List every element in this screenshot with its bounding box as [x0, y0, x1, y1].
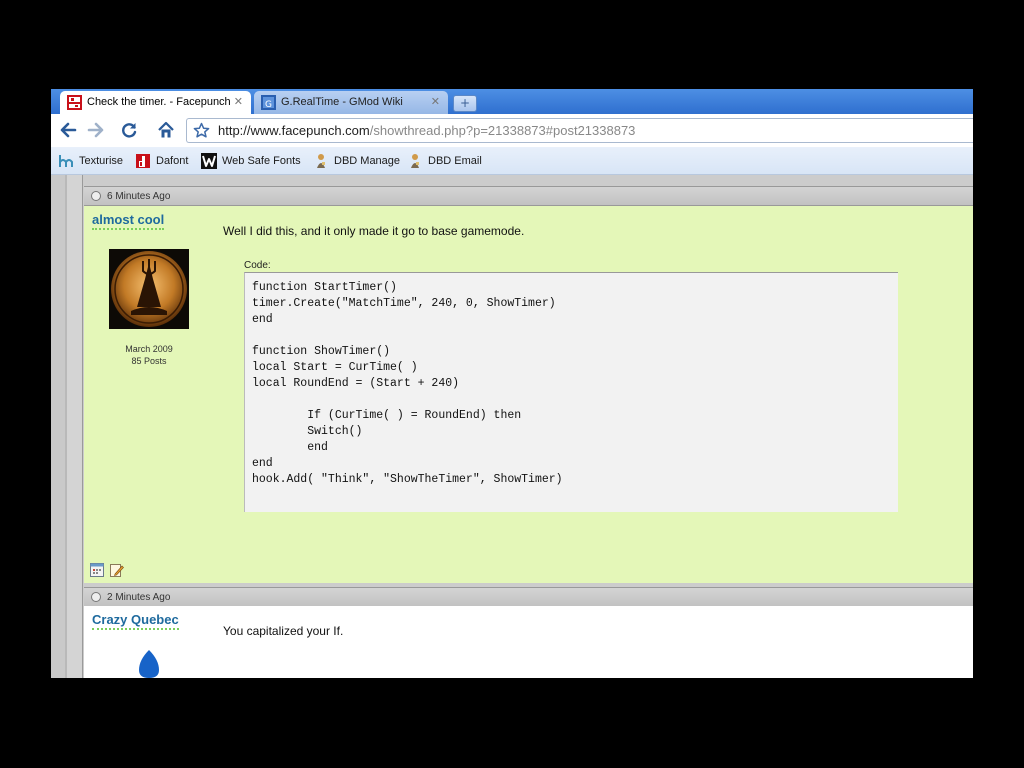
post-header: 6 Minutes Ago [84, 186, 973, 206]
bookmark-label: Web Safe Fonts [222, 155, 301, 167]
bookmarks-bar: Texturise Dafont Web Safe Fonts DBD Mana… [51, 147, 973, 175]
bookmark-label: DBD Manage [334, 155, 401, 167]
clock-icon [91, 191, 101, 201]
dbd-icon [407, 153, 423, 169]
post-count: 85 Posts [131, 356, 167, 366]
post-almost-cool: almost cool March 2009 85 Posts Well I d… [84, 206, 973, 583]
post-message: You capitalized your If. [223, 624, 344, 638]
code-block: function StartTimer() timer.Create("Matc… [244, 272, 898, 512]
new-tab-button[interactable]: + [453, 95, 477, 112]
bookmark-label: Dafont [156, 155, 189, 167]
forward-arrow-icon [87, 122, 104, 138]
calendar-icon[interactable] [90, 562, 104, 577]
post-header: 2 Minutes Ago [84, 587, 973, 607]
bookmark-star-icon[interactable] [193, 122, 210, 143]
bookmark-dbd-email[interactable]: DBD Email [407, 153, 482, 169]
reload-button[interactable] [118, 119, 140, 141]
tab-gmod-wiki[interactable]: G G.RealTime - GMod Wiki ✕ [254, 91, 448, 114]
tab-facepunch[interactable]: Check the timer. - Facepunch ✕ [60, 91, 251, 114]
avatar[interactable] [138, 650, 160, 678]
facepunch-favicon-icon [67, 95, 82, 110]
tab-close-icon[interactable]: ✕ [431, 95, 440, 108]
gmod-wiki-favicon-icon: G [261, 95, 276, 110]
code-text: function StartTimer() timer.Create("Matc… [252, 281, 563, 486]
bookmark-label: DBD Email [428, 155, 482, 167]
url-text[interactable]: http://www.facepunch.com/showthread.php?… [218, 123, 635, 138]
tab-label: Check the timer. - Facepunch [87, 96, 231, 108]
bookmark-dafont[interactable]: Dafont [135, 153, 188, 169]
bookmark-label: Texturise [79, 155, 124, 167]
post-message: Well I did this, and it only made it go … [223, 224, 525, 238]
plus-icon: + [459, 96, 471, 110]
page-content: 6 Minutes Ago almost cool March 2009 85 … [51, 175, 973, 678]
post-crazy-quebec: Crazy Quebec You capitalized your If. [84, 606, 973, 678]
tab-strip: Check the timer. - Facepunch ✕ G G.RealT… [51, 89, 973, 114]
post-time: 2 Minutes Ago [107, 592, 171, 603]
join-date: March 2009 [125, 344, 173, 354]
page-left-gutter [51, 175, 83, 678]
bookmark-web-safe-fonts[interactable]: Web Safe Fonts [201, 153, 301, 169]
web-safe-fonts-icon [201, 153, 217, 169]
url-path: /showthread.php?p=21338873#post21338873 [369, 123, 636, 138]
post-username[interactable]: Crazy Quebec [92, 612, 179, 630]
reload-icon [122, 123, 137, 138]
back-arrow-icon [60, 122, 77, 138]
svg-text:G: G [265, 100, 272, 110]
bookmark-dbd-manage[interactable]: DBD Manage [313, 153, 400, 169]
home-button[interactable] [155, 119, 177, 141]
back-button[interactable] [57, 119, 79, 141]
texturise-icon [58, 153, 74, 169]
tab-label: G.RealTime - GMod Wiki [281, 96, 403, 108]
home-icon [158, 121, 174, 138]
url-host: http://www.facepunch.com [218, 123, 370, 138]
bookmark-texturise[interactable]: Texturise [58, 153, 123, 169]
clock-icon [91, 592, 101, 602]
tab-close-icon[interactable]: ✕ [234, 95, 243, 108]
address-bar[interactable]: http://www.facepunch.com/showthread.php?… [186, 118, 973, 143]
dafont-icon [135, 153, 151, 169]
post-time: 6 Minutes Ago [107, 191, 171, 202]
dbd-icon [313, 153, 329, 169]
post-username[interactable]: almost cool [92, 212, 165, 230]
browser-toolbar: http://www.facepunch.com/showthread.php?… [51, 114, 973, 147]
browser-window: Check the timer. - Facepunch ✕ G G.RealT… [51, 89, 973, 678]
avatar[interactable] [109, 249, 189, 329]
forward-button[interactable] [85, 119, 107, 141]
code-label: Code: [244, 260, 271, 271]
edit-icon[interactable] [110, 562, 124, 577]
